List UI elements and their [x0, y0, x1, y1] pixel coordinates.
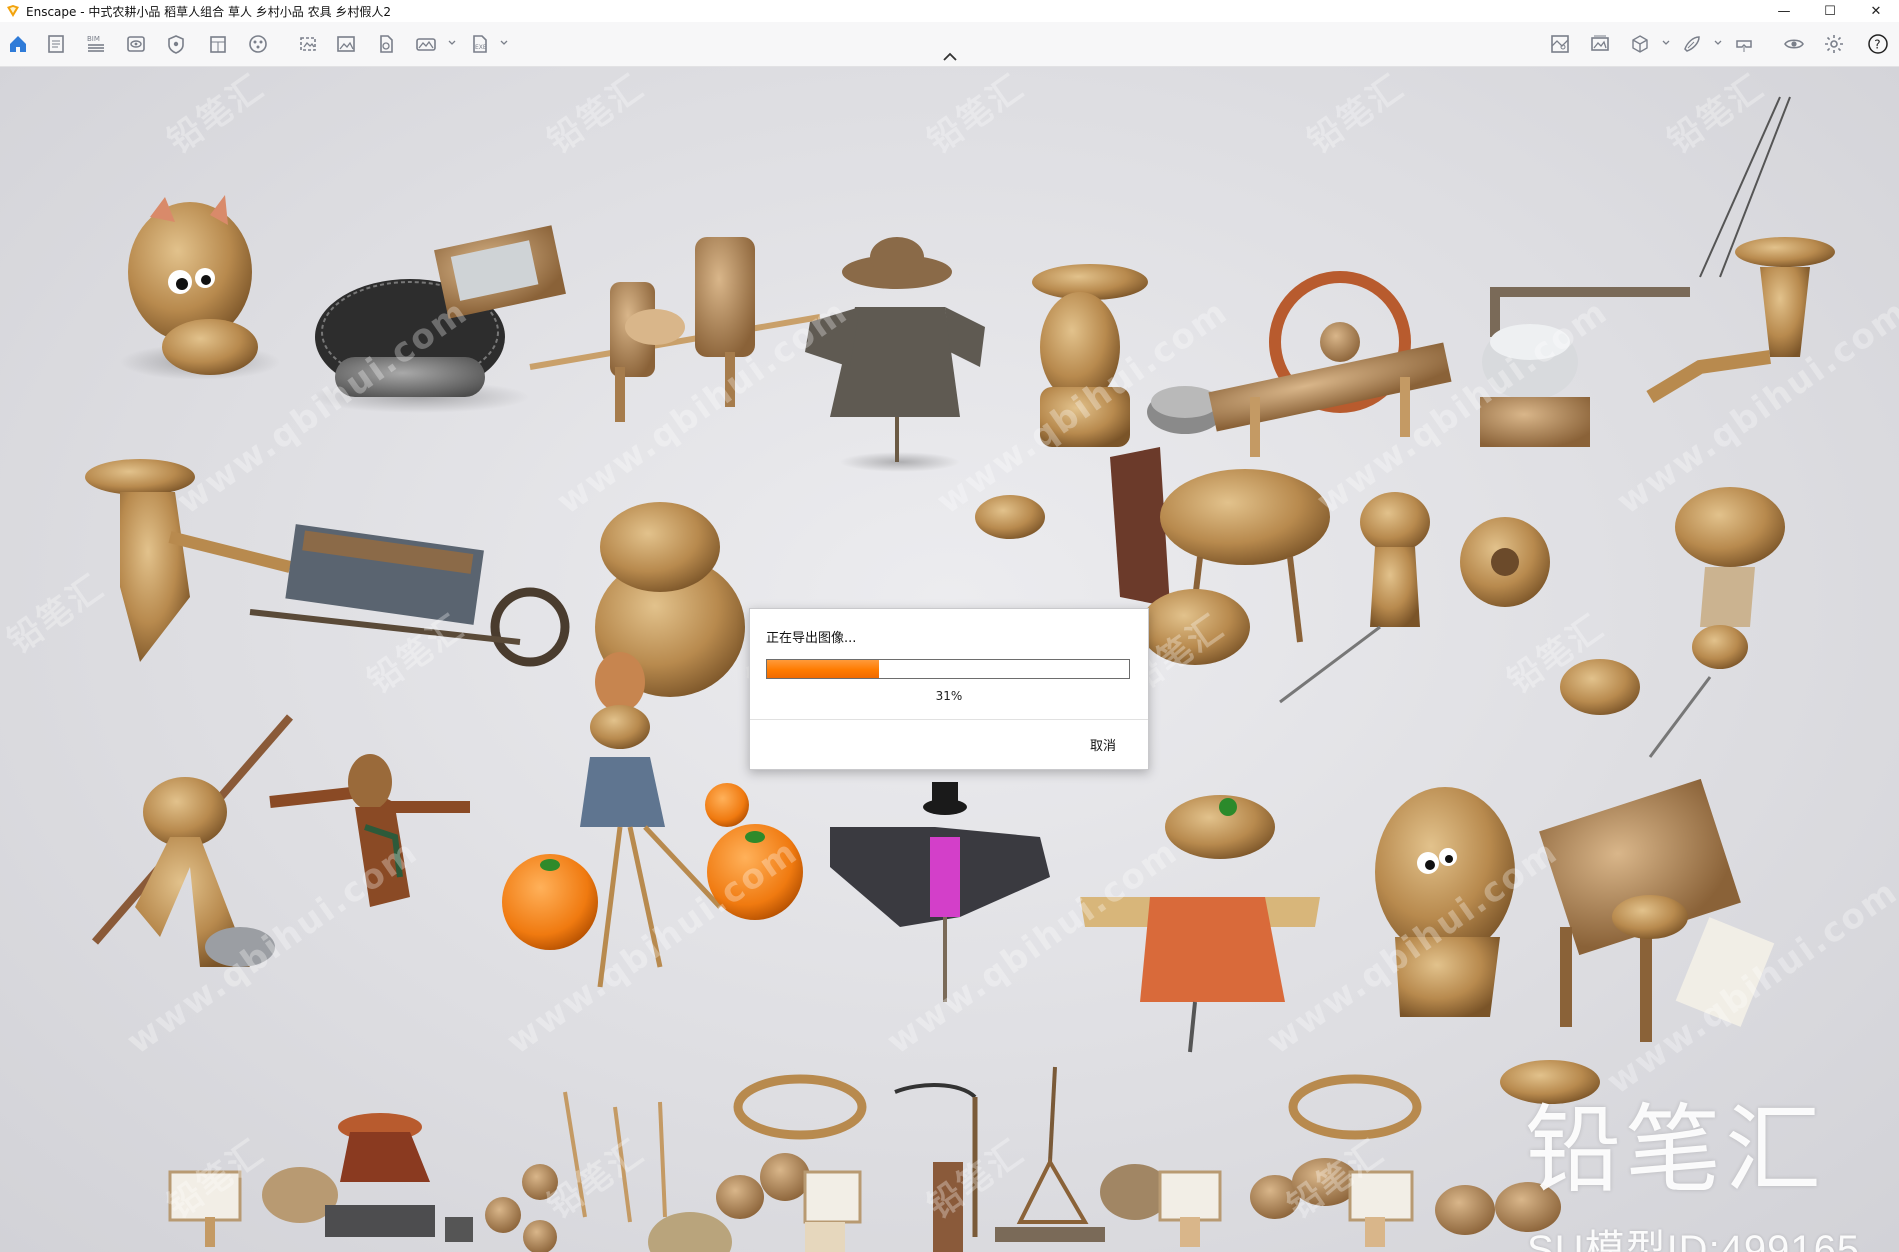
- progress-percentage: 31%: [935, 689, 963, 703]
- close-button[interactable]: ✕: [1853, 0, 1899, 22]
- maximize-button[interactable]: ☐: [1807, 0, 1853, 22]
- brand-watermark: 铅笔汇: [1525, 1094, 1825, 1206]
- cube-icon[interactable]: [1628, 32, 1652, 56]
- collapse-toolbar-chevron-icon[interactable]: [942, 52, 958, 62]
- settings-icon[interactable]: [1822, 32, 1846, 56]
- exe-icon[interactable]: EXE: [468, 32, 492, 56]
- cube-dropdown-chevron-icon[interactable]: [1662, 39, 1670, 47]
- bim-icon[interactable]: BIM: [84, 32, 108, 56]
- panorama-icon[interactable]: [414, 32, 438, 56]
- eye-icon[interactable]: [124, 32, 148, 56]
- paint-icon[interactable]: [1680, 32, 1704, 56]
- image-icon[interactable]: [334, 32, 358, 56]
- progress-fill: [767, 660, 880, 678]
- model-id-watermark: SU模型ID:499165: [1527, 1228, 1861, 1252]
- export-progress-dialog: 正在导出图像... 31% 取消: [749, 608, 1149, 770]
- paint-dropdown-chevron-icon[interactable]: [1714, 39, 1722, 47]
- title-bar: Enscape - 中式农耕小品 稻草人组合 草人 乡村小品 农具 乡村假人2 …: [0, 0, 1899, 23]
- document-icon[interactable]: [44, 32, 68, 56]
- visibility-icon[interactable]: [1782, 32, 1806, 56]
- export-icon[interactable]: [374, 32, 398, 56]
- screenshots-icon[interactable]: [1588, 32, 1612, 56]
- window-title: Enscape - 中式农耕小品 稻草人组合 草人 乡村小品 农具 乡村假人2: [26, 4, 392, 19]
- view-icon[interactable]: [164, 32, 188, 56]
- enscape-logo-icon: [7, 5, 19, 17]
- minimize-button[interactable]: —: [1761, 0, 1807, 22]
- panorama-dropdown-chevron-icon[interactable]: [448, 39, 456, 47]
- dialog-title: 正在导出图像...: [766, 631, 857, 646]
- progress-bar: [766, 659, 1130, 679]
- dialog-divider: [750, 719, 1148, 720]
- help-icon[interactable]: ?: [1866, 32, 1890, 56]
- cancel-button[interactable]: 取消: [1090, 735, 1116, 754]
- capture-icon[interactable]: [296, 32, 320, 56]
- window-controls: — ☐ ✕: [1761, 0, 1899, 22]
- home-icon[interactable]: [6, 32, 30, 56]
- book-icon[interactable]: [206, 32, 230, 56]
- exe-dropdown-chevron-icon[interactable]: [500, 39, 508, 47]
- render-viewport[interactable]: 铅笔汇 铅笔汇 铅笔汇 铅笔汇 铅笔汇 www.qbihui.com www.q…: [0, 67, 1899, 1252]
- svg-text:?: ?: [1874, 38, 1880, 52]
- svg-text:EXE: EXE: [475, 44, 487, 51]
- map-icon[interactable]: [1548, 32, 1572, 56]
- svg-text:BIM: BIM: [87, 35, 100, 43]
- vr-icon[interactable]: [1732, 32, 1756, 56]
- asset-library-icon[interactable]: [246, 32, 270, 56]
